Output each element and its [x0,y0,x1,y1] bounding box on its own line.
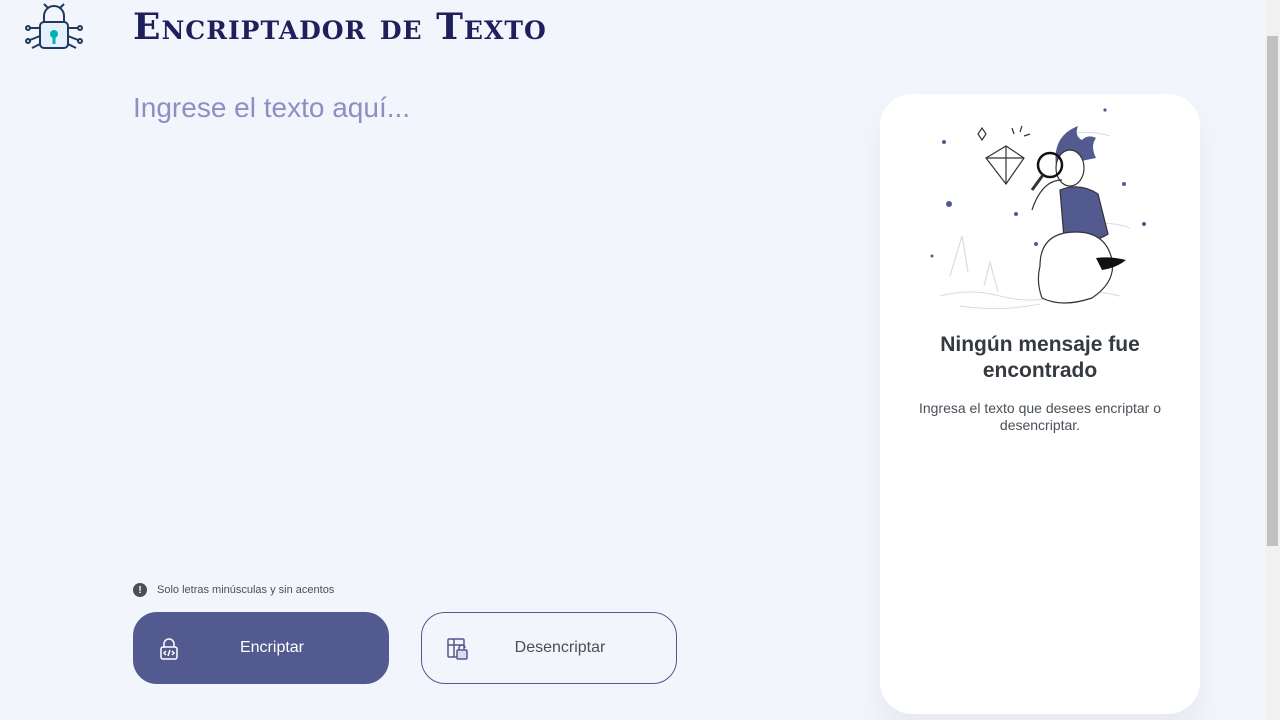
person-with-magnifier-illustration [920,106,1160,321]
output-title: Ningún mensaje fue encontrado [940,333,1140,382]
text-input[interactable] [133,92,833,552]
encrypt-button[interactable]: Encriptar [133,612,389,684]
output-subtitle: Ingresa el texto que desees encriptar o … [918,400,1162,433]
output-panel: Ningún mensaje fue encontrado Ingresa el… [880,94,1200,714]
exclamation-circle-icon: ! [133,583,147,597]
page-scrollbar[interactable] [1265,0,1280,720]
decrypt-button[interactable]: Desencriptar [421,612,677,684]
scrollbar-thumb[interactable] [1267,36,1278,546]
hint-text: Solo letras minúsculas y sin acentos [157,584,335,596]
unlock-grid-icon [446,637,468,661]
lock-code-icon [158,637,180,661]
circuit-lock-icon [25,3,83,49]
input-hint: ! Solo letras minúsculas y sin acentos [133,583,334,597]
app-logo [24,2,84,52]
page-title: Encriptador de Texto [133,6,547,48]
